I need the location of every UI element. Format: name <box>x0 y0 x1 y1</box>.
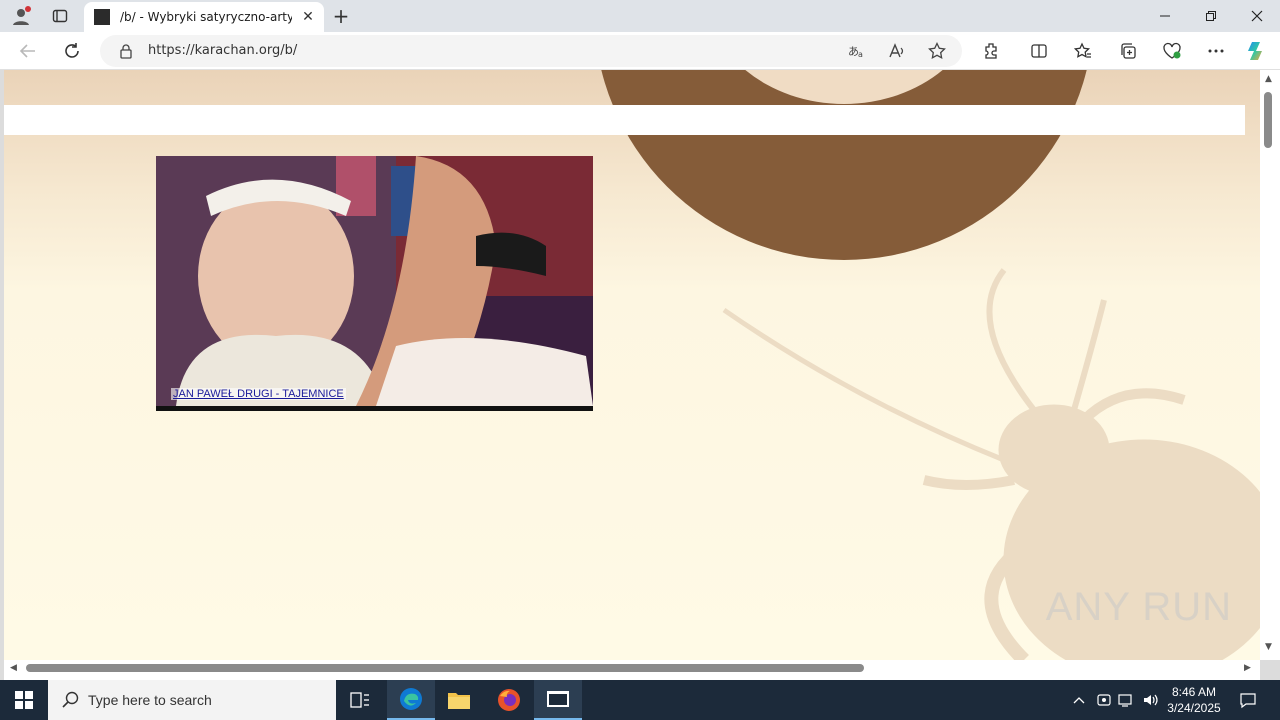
file-explorer-taskbar-icon[interactable] <box>435 680 483 720</box>
scroll-up-arrow-icon[interactable]: ▲ <box>1265 74 1272 84</box>
tab-strip: /b/ - Wybryki satyryczno-artystyczne ✕ + <box>0 0 1280 32</box>
tray-overflow-icon[interactable] <box>1068 680 1090 720</box>
meet-now-icon[interactable] <box>1093 680 1115 720</box>
refresh-button[interactable] <box>58 38 86 64</box>
back-button[interactable] <box>14 38 42 64</box>
scroll-down-arrow-icon[interactable]: ▼ <box>1265 642 1272 652</box>
split-screen-icon[interactable] <box>1026 40 1052 62</box>
banner-image <box>156 156 593 406</box>
vertical-scrollbar[interactable]: ▲ ▼ <box>1260 70 1280 660</box>
page-viewport: JAN PAWEŁ DRUGI - TAJEMNICE ANY RUN <box>4 70 1260 660</box>
search-placeholder: Type here to search <box>88 692 212 708</box>
browser-essentials-icon[interactable] <box>1159 40 1185 62</box>
scroll-right-arrow-icon[interactable]: ▶ <box>1244 663 1251 673</box>
site-favicon-icon <box>94 9 110 25</box>
favorites-icon[interactable] <box>1070 40 1096 62</box>
video-banner[interactable]: JAN PAWEŁ DRUGI - TAJEMNICE <box>156 156 593 411</box>
new-tab-button[interactable]: + <box>330 5 352 27</box>
translate-icon[interactable]: あa <box>846 41 868 61</box>
network-icon[interactable] <box>1116 680 1138 720</box>
anyrun-watermark: ANY RUN <box>1045 585 1232 629</box>
windows-taskbar: Type here to search 8:46 AM 3/24/2025 <box>0 680 1280 720</box>
edge-taskbar-icon[interactable] <box>387 680 435 720</box>
horizontal-scrollbar[interactable]: ◀ ▶ <box>4 660 1260 680</box>
taskbar-clock[interactable]: 8:46 AM 3/24/2025 <box>1160 684 1228 716</box>
svg-text:a: a <box>858 50 863 59</box>
windows-logo-icon <box>15 691 33 709</box>
tab-title: /b/ - Wybryki satyryczno-artystyczne <box>120 10 292 24</box>
tab-close-icon[interactable]: ✕ <box>300 9 316 25</box>
browser-toolbar: https://karachan.org/b/ あa <box>0 32 1280 70</box>
restore-button[interactable] <box>1188 0 1234 32</box>
volume-icon[interactable] <box>1140 680 1162 720</box>
task-view-button[interactable] <box>336 680 384 720</box>
firefox-taskbar-icon[interactable] <box>485 680 533 720</box>
window-app-taskbar-icon[interactable] <box>534 680 582 720</box>
tab-actions-icon[interactable] <box>46 4 74 28</box>
horizontal-scroll-thumb[interactable] <box>26 664 864 672</box>
vertical-scroll-thumb[interactable] <box>1264 92 1272 148</box>
url-text[interactable]: https://karachan.org/b/ <box>148 43 297 58</box>
favorite-star-icon[interactable] <box>926 41 948 61</box>
banner-caption-link[interactable]: JAN PAWEŁ DRUGI - TAJEMNICE <box>171 388 346 400</box>
read-aloud-icon[interactable] <box>886 41 908 61</box>
extensions-icon[interactable] <box>978 40 1004 62</box>
notification-center-icon[interactable] <box>1236 680 1260 720</box>
copilot-icon[interactable] <box>1244 40 1270 62</box>
clock-time: 8:46 AM <box>1171 685 1217 699</box>
top-white-bar <box>4 105 1245 135</box>
close-window-button[interactable] <box>1234 0 1280 32</box>
address-bar[interactable]: https://karachan.org/b/ あa <box>100 35 962 67</box>
lock-icon[interactable] <box>118 43 134 59</box>
minimize-button[interactable] <box>1142 0 1188 32</box>
profile-icon[interactable] <box>8 4 34 28</box>
start-button[interactable] <box>0 680 48 720</box>
scroll-left-arrow-icon[interactable]: ◀ <box>10 663 17 673</box>
taskbar-search-box[interactable]: Type here to search <box>48 680 336 720</box>
more-menu-icon[interactable] <box>1203 40 1229 62</box>
clock-date: 3/24/2025 <box>1167 701 1221 715</box>
tab-active[interactable]: /b/ - Wybryki satyryczno-artystyczne ✕ <box>84 2 324 32</box>
search-icon <box>62 691 79 708</box>
collections-icon[interactable] <box>1115 40 1141 62</box>
